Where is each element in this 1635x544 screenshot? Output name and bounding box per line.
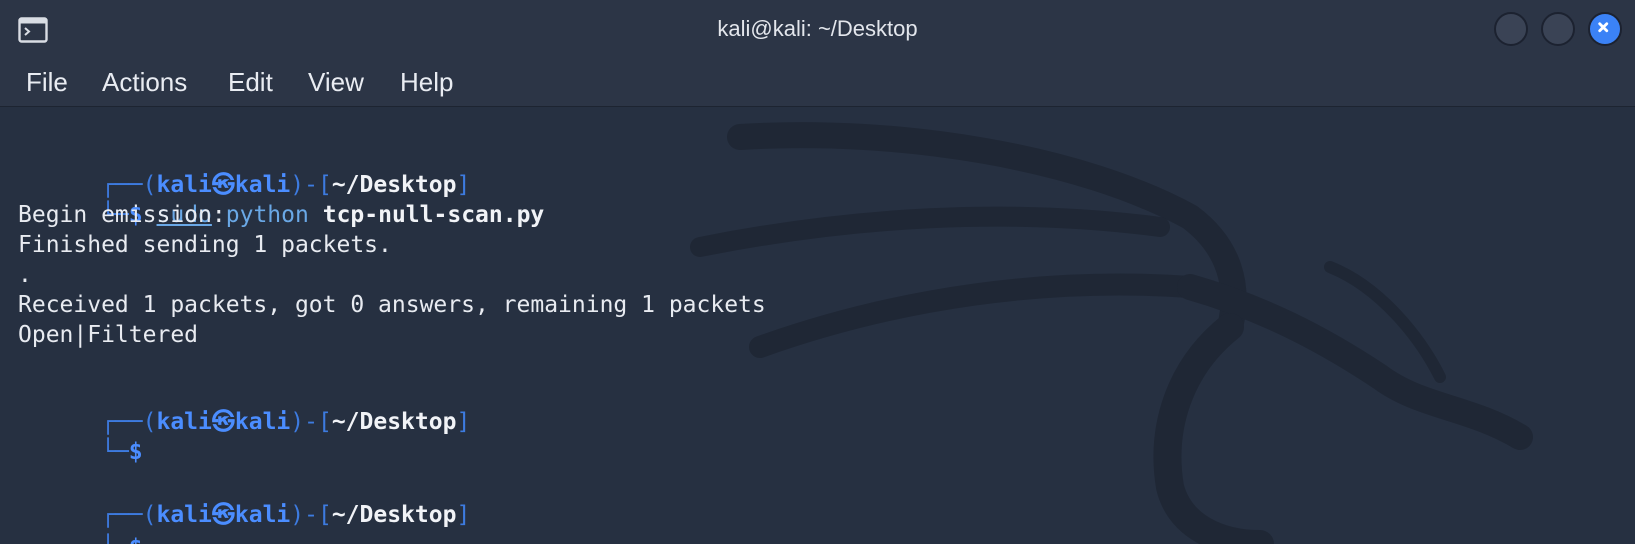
prompt-line-3: ┌──(kali㉿kali)-[~/Desktop] [18, 470, 470, 528]
prompt-mid: )-[ [290, 409, 332, 435]
command-python: python [225, 202, 309, 228]
prompt-close: ] [456, 502, 471, 528]
prompt-user: kali [156, 502, 212, 528]
prompt-path: ~/Desktop [331, 502, 457, 528]
prompt-close: ] [456, 409, 471, 435]
prompt-dollar: $ [129, 535, 143, 544]
terminal-output-area[interactable]: ┌──(kali㉿kali)-[~/Desktop] └─$ sudo pyth… [0, 107, 1635, 544]
prompt-host: kali [234, 409, 291, 435]
prompt-corner: └─ [101, 439, 129, 465]
menu-file[interactable]: File [26, 58, 68, 106]
title-bar[interactable]: kali@kali: ~/Desktop [0, 0, 1635, 58]
prompt-user: kali [156, 409, 212, 435]
terminal-window: kali@kali: ~/Desktop File Actions Edit V… [0, 0, 1635, 544]
menu-bar: File Actions Edit View Help [0, 58, 1635, 107]
prompt-line-1: ┌──(kali㉿kali)-[~/Desktop] [18, 140, 470, 198]
close-button[interactable] [1588, 12, 1622, 46]
menu-help[interactable]: Help [400, 58, 453, 106]
empty-command-line: └─$ [18, 407, 143, 465]
prompt-at-symbol: ㉿ [211, 502, 235, 528]
prompt-host: kali [234, 502, 291, 528]
close-icon [1598, 22, 1609, 33]
prompt-mid: )-[ [290, 502, 332, 528]
prompt-line-2: ┌──(kali㉿kali)-[~/Desktop] [18, 377, 470, 435]
command-script: tcp-null-scan.py [322, 202, 545, 228]
prompt-dollar: $ [128, 439, 143, 465]
output-line: Open|Filtered [18, 322, 199, 348]
menu-view[interactable]: View [308, 58, 364, 106]
menu-actions[interactable]: Actions [102, 58, 187, 106]
output-line: Begin emission: [18, 202, 226, 228]
menu-edit[interactable]: Edit [228, 58, 273, 106]
prompt-corner: └─ [101, 535, 129, 544]
output-line: Received 1 packets, got 0 answers, remai… [18, 292, 766, 318]
prompt-path: ~/Desktop [331, 409, 457, 435]
minimize-button[interactable] [1494, 12, 1528, 46]
output-line: Finished sending 1 packets. [18, 232, 392, 258]
prompt-at-symbol: ㉿ [211, 409, 235, 435]
output-line: . [18, 262, 32, 288]
maximize-button[interactable] [1541, 12, 1575, 46]
active-command-line[interactable]: └─$ [18, 500, 156, 544]
command-line: └─$ sudo python tcp-null-scan.py [18, 170, 544, 228]
cursor [143, 530, 156, 544]
window-title: kali@kali: ~/Desktop [717, 16, 918, 41]
